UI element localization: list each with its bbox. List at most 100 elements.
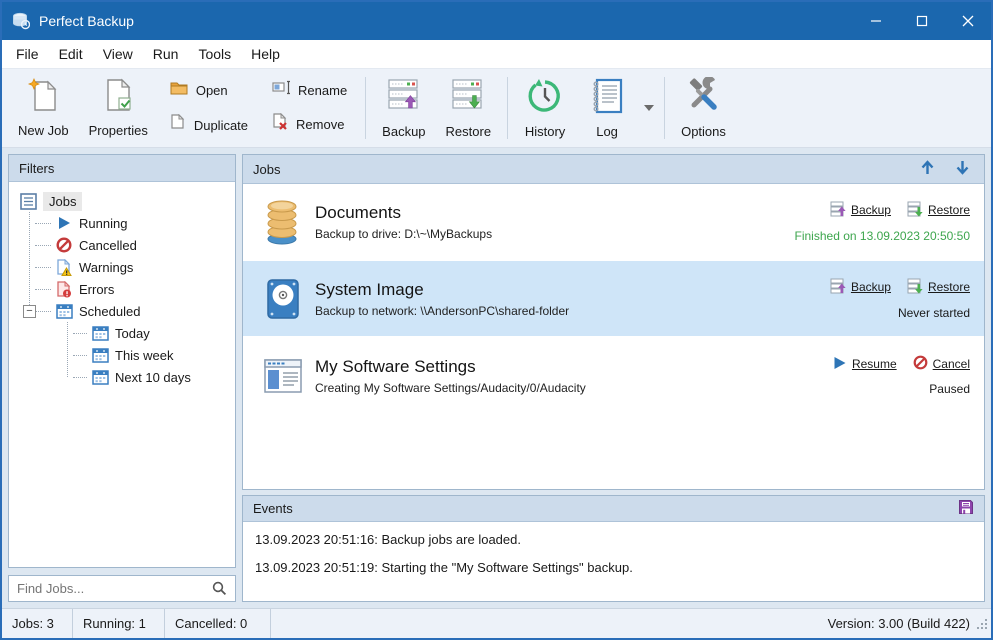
sidebar-item-jobs[interactable]: Jobs bbox=[9, 190, 235, 212]
history-label: History bbox=[525, 124, 565, 139]
rename-label: Rename bbox=[298, 83, 347, 98]
window-title: Perfect Backup bbox=[39, 13, 134, 29]
log-button[interactable]: Log bbox=[576, 77, 638, 139]
find-jobs-input[interactable] bbox=[9, 581, 212, 596]
job-title: Documents bbox=[315, 203, 795, 223]
events-log: 13.09.2023 20:51:16: Backup jobs are loa… bbox=[243, 522, 984, 601]
status-cancelled-count: Cancelled: 0 bbox=[165, 609, 271, 638]
move-down-icon[interactable] bbox=[955, 159, 970, 179]
log-label: Log bbox=[596, 124, 618, 139]
new-job-button[interactable]: New Job bbox=[8, 78, 79, 138]
resize-grip[interactable] bbox=[976, 618, 988, 630]
prohibition-icon bbox=[55, 237, 73, 253]
backup-link[interactable]: Backup bbox=[830, 278, 891, 297]
rename-button[interactable]: Rename bbox=[272, 80, 347, 100]
filters-tree: − Jobs bbox=[9, 182, 235, 567]
backup-link[interactable]: Backup bbox=[830, 201, 891, 220]
toolbar: New Job Properties bbox=[2, 68, 991, 148]
filters-sidebar: Filters − Jobs bbox=[8, 154, 236, 602]
jobs-list: Documents Backup to drive: D:\~\MyBackup… bbox=[243, 184, 984, 489]
event-entry: 13.09.2023 20:51:19: Starting the "My So… bbox=[255, 560, 972, 575]
options-tools-icon bbox=[684, 77, 722, 120]
remove-label: Remove bbox=[296, 117, 344, 132]
options-button[interactable]: Options bbox=[671, 77, 736, 139]
jobs-panel-title: Jobs bbox=[253, 162, 280, 177]
events-panel: Events 13.09.2023 20:51:16: Backup job bbox=[242, 495, 985, 602]
options-label: Options bbox=[681, 124, 726, 139]
menu-edit[interactable]: Edit bbox=[49, 40, 93, 68]
history-button[interactable]: History bbox=[514, 77, 576, 139]
database-icon bbox=[261, 199, 305, 245]
events-panel-title: Events bbox=[253, 501, 293, 516]
app-window-icon bbox=[261, 356, 305, 396]
toolbar-separator bbox=[664, 77, 665, 139]
search-icon[interactable] bbox=[212, 581, 227, 596]
menu-view[interactable]: View bbox=[93, 40, 143, 68]
menu-file[interactable]: File bbox=[6, 40, 49, 68]
open-button[interactable]: Open bbox=[170, 80, 248, 101]
properties-button[interactable]: Properties bbox=[79, 78, 158, 138]
duplicate-label: Duplicate bbox=[194, 118, 248, 133]
backup-icon bbox=[385, 77, 423, 120]
job-row-documents[interactable]: Documents Backup to drive: D:\~\MyBackup… bbox=[243, 184, 984, 259]
restore-button[interactable]: Restore bbox=[436, 77, 502, 139]
app-window: Perfect Backup File Edit View Run Tools … bbox=[0, 0, 993, 640]
sidebar-item-cancelled[interactable]: Cancelled bbox=[9, 234, 235, 256]
log-dropdown-button[interactable] bbox=[640, 105, 658, 111]
open-folder-icon bbox=[170, 80, 189, 101]
restore-label: Restore bbox=[446, 124, 492, 139]
sidebar-item-next-10-days[interactable]: Next 10 days bbox=[9, 366, 235, 388]
calendar-icon bbox=[91, 369, 109, 385]
menu-help[interactable]: Help bbox=[241, 40, 290, 68]
play-icon bbox=[55, 216, 73, 230]
save-events-icon[interactable] bbox=[958, 499, 974, 518]
collapse-expander-icon[interactable]: − bbox=[23, 305, 36, 318]
menu-tools[interactable]: Tools bbox=[188, 40, 241, 68]
sidebar-item-this-week[interactable]: This week bbox=[9, 344, 235, 366]
backup-small-icon bbox=[830, 278, 846, 297]
resume-link[interactable]: Resume bbox=[833, 356, 897, 373]
job-row-my-software-settings[interactable]: My Software Settings Creating My Softwar… bbox=[243, 338, 984, 413]
minimize-button[interactable] bbox=[853, 2, 899, 40]
restore-icon bbox=[449, 77, 487, 120]
cancel-link[interactable]: Cancel bbox=[913, 355, 970, 373]
backup-label: Backup bbox=[382, 124, 425, 139]
warning-doc-icon bbox=[55, 259, 73, 276]
restore-link[interactable]: Restore bbox=[907, 278, 970, 297]
close-button[interactable] bbox=[945, 2, 991, 40]
job-subtitle: Backup to drive: D:\~\MyBackups bbox=[315, 227, 795, 241]
sidebar-item-scheduled[interactable]: Scheduled bbox=[9, 300, 235, 322]
duplicate-button[interactable]: Duplicate bbox=[170, 114, 248, 137]
properties-icon bbox=[101, 78, 135, 119]
find-jobs-searchbox bbox=[8, 575, 236, 602]
calendar-icon bbox=[91, 325, 109, 341]
restore-small-icon bbox=[907, 278, 923, 297]
job-status: Paused bbox=[929, 382, 970, 396]
move-up-icon[interactable] bbox=[920, 159, 935, 179]
job-title: My Software Settings bbox=[315, 357, 833, 377]
menu-run[interactable]: Run bbox=[143, 40, 189, 68]
rename-icon bbox=[272, 80, 291, 100]
toolbar-separator bbox=[365, 77, 366, 139]
maximize-button[interactable] bbox=[899, 2, 945, 40]
job-subtitle: Creating My Software Settings/Audacity/0… bbox=[315, 381, 833, 395]
job-title: System Image bbox=[315, 280, 830, 300]
history-clock-icon bbox=[526, 77, 564, 120]
app-logo-icon bbox=[12, 12, 30, 30]
jobs-panel: Jobs bbox=[242, 154, 985, 490]
status-running-count: Running: 1 bbox=[73, 609, 165, 638]
sidebar-item-errors[interactable]: Errors bbox=[9, 278, 235, 300]
job-row-system-image[interactable]: System Image Backup to network: \\Anders… bbox=[243, 261, 984, 336]
backup-button[interactable]: Backup bbox=[372, 77, 435, 139]
sidebar-item-warnings[interactable]: Warnings bbox=[9, 256, 235, 278]
restore-link[interactable]: Restore bbox=[907, 201, 970, 220]
remove-button[interactable]: Remove bbox=[272, 113, 347, 136]
sidebar-item-today[interactable]: Today bbox=[9, 322, 235, 344]
job-subtitle: Backup to network: \\AndersonPC\shared-f… bbox=[315, 304, 830, 318]
sidebar-item-running[interactable]: Running bbox=[9, 212, 235, 234]
restore-small-icon bbox=[907, 201, 923, 220]
calendar-icon bbox=[55, 303, 73, 319]
filters-header: Filters bbox=[9, 155, 235, 182]
job-status: Finished on 13.09.2023 20:50:50 bbox=[795, 229, 970, 243]
calendar-icon bbox=[91, 347, 109, 363]
